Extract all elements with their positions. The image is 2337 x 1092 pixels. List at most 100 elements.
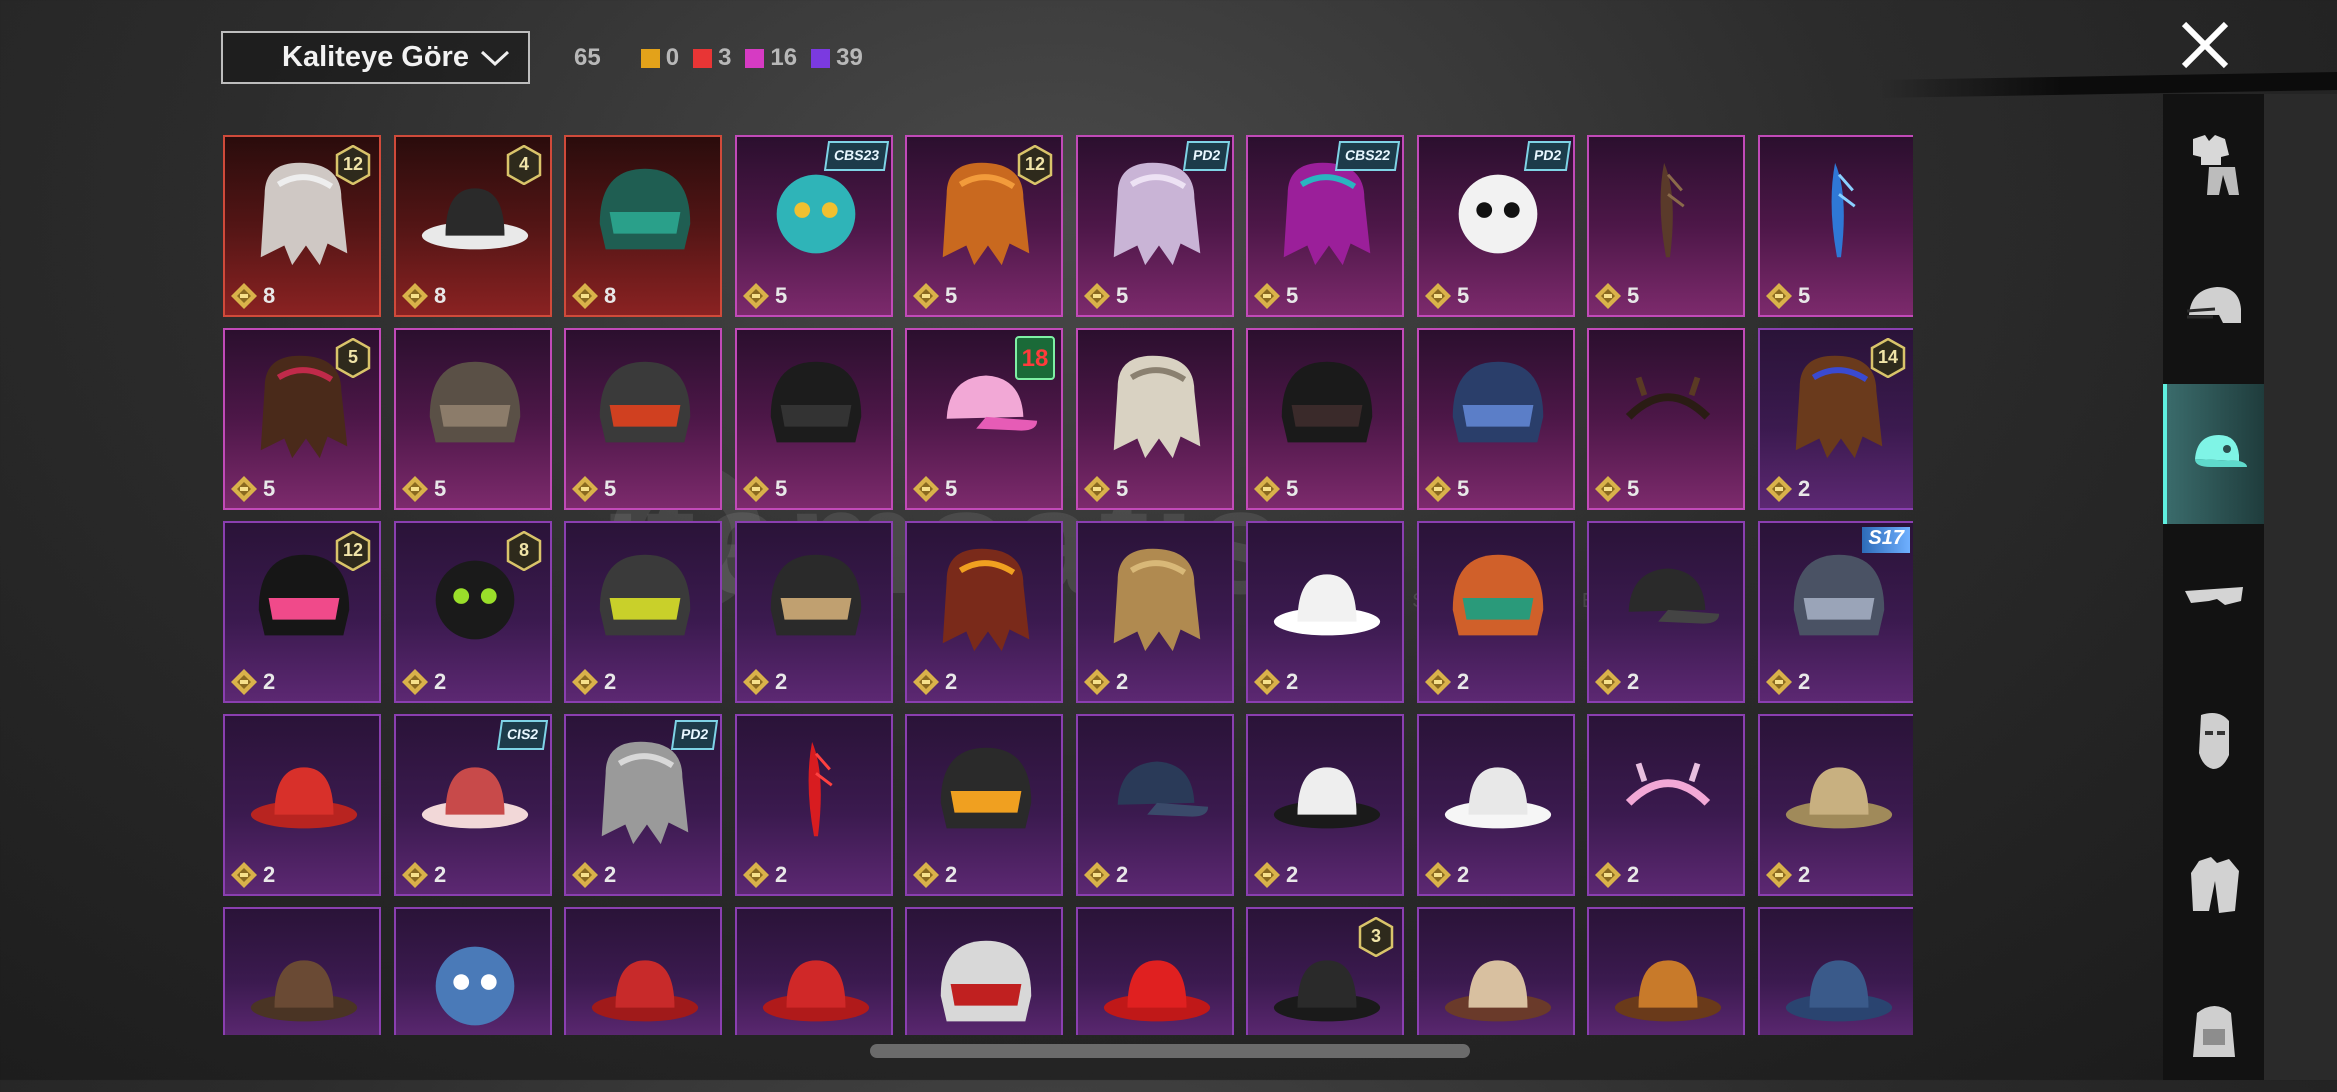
item-price-value: 8	[604, 283, 617, 308]
dragon-helm-icon	[599, 168, 691, 250]
inventory-item-burger-hat[interactable]	[1587, 907, 1745, 1035]
inventory-item-shark-hat[interactable]	[394, 907, 552, 1035]
inventory-item-straw-hat[interactable]: 2	[1758, 714, 1913, 896]
inventory-item-grey-bob[interactable]: 2 PD2	[564, 714, 722, 896]
inventory-item-blue-cap[interactable]	[1758, 907, 1913, 1035]
backpack-icon	[2192, 1006, 2235, 1057]
inventory-item-moto-helmet[interactable]: 5	[564, 328, 722, 510]
inventory-item-bucket-hat[interactable]	[1076, 907, 1234, 1035]
scrollbar[interactable]	[870, 1044, 1470, 1058]
inventory-item-red-fedora[interactable]	[735, 907, 893, 1035]
inventory-item-spiked-mask[interactable]: 5	[394, 328, 552, 510]
rare-count: 39	[836, 44, 863, 71]
magenta-hair-icon	[1283, 162, 1371, 266]
currency-icon	[402, 862, 428, 888]
item-price: 5	[1082, 474, 1128, 504]
currency-icon	[402, 476, 428, 502]
inventory-item-cat-ear-headphones[interactable]: 2	[1587, 714, 1745, 896]
inventory-item-dark-hood[interactable]: 5	[1246, 328, 1404, 510]
event-tag: CIS2	[496, 720, 549, 750]
inventory-item-red-mohawk[interactable]: 2	[735, 714, 893, 896]
inventory-item-green-skull-hair[interactable]: 28	[394, 521, 552, 703]
inventory-item-orange-helmet[interactable]: 2	[1417, 521, 1575, 703]
inventory-item-magenta-hair[interactable]: 5 CBS22	[1246, 135, 1404, 317]
inventory-item-white-beanie[interactable]: 2	[1417, 714, 1575, 896]
rare-swatch	[811, 48, 831, 68]
inventory-item-striped-beanie[interactable]: 2 CIS2	[394, 714, 552, 896]
item-price: 2	[1764, 667, 1810, 697]
category-tab-backpack[interactable]	[2163, 972, 2264, 1092]
category-tab-jacket[interactable]	[2163, 826, 2264, 946]
inventory-item-fez[interactable]: 2	[223, 714, 381, 896]
event-tag: CBS22	[1334, 141, 1401, 171]
item-price-value: 5	[945, 283, 958, 308]
item-price: 2	[1252, 667, 1298, 697]
inventory-item-horned-helm[interactable]: 2 S17	[1758, 521, 1913, 703]
level-badge: 12	[1017, 144, 1053, 186]
inventory-item-snowman-tophat[interactable]: 84	[394, 135, 552, 317]
category-tab-mask[interactable]	[2163, 680, 2264, 800]
currency-icon	[1425, 669, 1451, 695]
category-tab-goggles[interactable]	[2163, 536, 2264, 656]
inventory-item-blue-mech-helm[interactable]: 5	[1417, 328, 1575, 510]
currency-icon	[743, 669, 769, 695]
red-mohawk-icon	[808, 741, 833, 837]
inventory-item-visor-helmet[interactable]: 2	[735, 521, 893, 703]
inventory-item-bow-hair[interactable]: 55	[223, 328, 381, 510]
conical-hat-icon	[1273, 767, 1381, 829]
level-badge-value: 12	[1024, 154, 1046, 174]
inventory-item-blonde-hair[interactable]: 2	[1076, 521, 1234, 703]
inventory-item-cat-hair[interactable]: 2 14	[1758, 328, 1913, 510]
inventory-item-red-beret[interactable]	[564, 907, 722, 1035]
currency-icon	[402, 669, 428, 695]
inventory-item-black-cap[interactable]: 2	[1587, 521, 1745, 703]
inventory-item-blue-bird[interactable]: 5	[1758, 135, 1913, 317]
currency-icon	[1766, 283, 1792, 309]
black-helmet-icon	[770, 361, 862, 443]
inventory-item-gas-mask-helm[interactable]: 2	[564, 521, 722, 703]
currency-icon	[743, 476, 769, 502]
category-tab-outfit[interactable]	[2163, 104, 2264, 224]
inventory-item-football-helmet[interactable]	[905, 907, 1063, 1035]
blonde-hair-icon	[1113, 548, 1201, 652]
inventory-item-cowboy-hat[interactable]	[223, 907, 381, 1035]
inventory-item-dreadlocks[interactable]: 5	[1076, 328, 1234, 510]
category-tab-helmet[interactable]	[2163, 250, 2264, 370]
inventory-item-dragon-helm[interactable]: 8	[564, 135, 722, 317]
inventory-item-orange-hair[interactable]: 5 12	[905, 135, 1063, 317]
category-tab-hat[interactable]	[2163, 384, 2264, 524]
inventory-item-black-helmet[interactable]: 5	[735, 328, 893, 510]
currency-icon	[1595, 283, 1621, 309]
level-badge: 5	[335, 337, 371, 379]
inventory-item-headband[interactable]: 5	[1587, 328, 1745, 510]
inventory-item-sun-hat[interactable]: 2	[1246, 521, 1404, 703]
inventory-item-pink-cap-headphones[interactable]: 5 18	[905, 328, 1063, 510]
inventory-item-conical-hat[interactable]: 2	[1246, 714, 1404, 896]
item-price-value: 2	[1286, 862, 1299, 887]
helmet-icon	[2186, 287, 2241, 323]
inventory-item-black-fedora[interactable]: 3	[1246, 907, 1404, 1035]
inventory-item-bunny-helmet[interactable]: 2 12	[223, 521, 381, 703]
inventory-item-goggles-hair[interactable]: 2	[905, 521, 1063, 703]
epic-swatch	[745, 48, 765, 68]
currency-icon	[1595, 476, 1621, 502]
inventory-item-cake-hat[interactable]	[1417, 907, 1575, 1035]
close-icon[interactable]	[2180, 20, 2230, 70]
sort-dropdown[interactable]: Kaliteye Göre	[221, 31, 530, 84]
currency-icon	[1766, 669, 1792, 695]
inventory-item-white-wig[interactable]: 8 12	[223, 135, 381, 317]
inventory-item-lilac-hair[interactable]: 5 PD2	[1076, 135, 1234, 317]
item-price-value: 2	[1798, 862, 1811, 887]
inventory-item-robot-mask[interactable]: 2	[905, 714, 1063, 896]
item-price-value: 2	[1286, 669, 1299, 694]
grey-bob-icon	[601, 741, 689, 845]
inventory-item-navy-cap[interactable]: 2	[1076, 714, 1234, 896]
inventory-item-panda-head[interactable]: 5 PD2	[1417, 135, 1575, 317]
inventory-item-cat-headphones[interactable]: 5 CBS23	[735, 135, 893, 317]
mythic-count: 3	[718, 44, 732, 71]
item-price: 2	[741, 667, 787, 697]
item-price: 5	[1423, 281, 1469, 311]
orange-helmet-icon	[1452, 554, 1544, 636]
quality-count-rare: 39	[811, 44, 863, 72]
inventory-item-feather[interactable]: 5	[1587, 135, 1745, 317]
